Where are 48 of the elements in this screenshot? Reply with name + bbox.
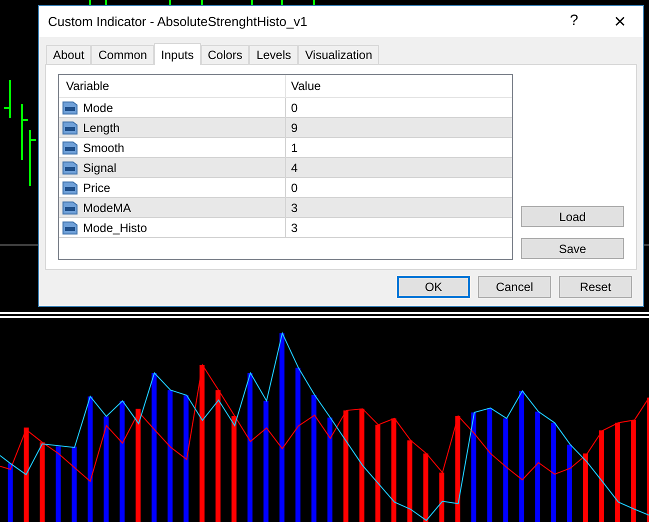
variable-name: Mode_Histo (83, 220, 148, 236)
number-icon (62, 120, 78, 134)
tab[interactable]: Inputs (154, 43, 201, 65)
window-title: Custom Indicator - AbsoluteStrenghtHisto_v1 (48, 12, 308, 31)
side-button[interactable]: Load (521, 206, 624, 227)
table-row[interactable]: Length 9 (59, 118, 512, 138)
variable-value: 0 (290, 100, 298, 116)
number-icon (62, 180, 78, 194)
tab[interactable]: About (46, 45, 92, 64)
variable-name: Smooth (83, 140, 124, 156)
tab[interactable]: Colors (200, 45, 250, 64)
help-button[interactable]: ? (551, 6, 597, 37)
tab[interactable]: Levels (249, 45, 298, 64)
dialog-button[interactable]: OK (397, 276, 470, 298)
variable-name: ModeMA (83, 200, 132, 216)
number-icon (62, 200, 78, 214)
close-button[interactable]: × (597, 6, 643, 37)
table-row[interactable]: Mode 0 (59, 98, 512, 118)
tab[interactable]: Visualization (298, 45, 380, 64)
table-row[interactable]: Price 0 (59, 178, 512, 198)
table-row[interactable]: ModeMA 3 (59, 198, 512, 218)
variable-name: Length (83, 120, 120, 136)
variable-value: 0 (290, 180, 298, 196)
dialog-button[interactable]: Cancel (478, 276, 551, 298)
tab[interactable]: Common (91, 45, 154, 64)
number-icon (62, 100, 78, 114)
side-button[interactable]: Save (521, 238, 624, 259)
variable-value: 3 (290, 200, 298, 216)
variable-name: Signal (83, 160, 116, 176)
variable-value: 1 (290, 140, 298, 156)
variable-name: Mode (83, 100, 114, 116)
column-header: Variable (59, 75, 286, 97)
table-row[interactable]: Signal 4 (59, 158, 512, 178)
variable-name: Price (83, 180, 110, 196)
table-row[interactable]: Mode_Histo 3 (59, 218, 512, 238)
histogram-bar (8, 463, 13, 522)
histogram-bar (583, 453, 588, 522)
variable-value: 3 (290, 220, 298, 236)
histogram-bar (439, 472, 444, 522)
variable-value: 9 (290, 120, 298, 136)
column-header: Value (290, 78, 321, 95)
table-row[interactable]: Smooth 1 (59, 138, 512, 158)
histogram-bar (423, 453, 428, 522)
number-icon (62, 160, 78, 174)
number-icon (62, 140, 78, 154)
dialog-button[interactable]: Reset (559, 276, 632, 298)
variable-value: 4 (290, 160, 298, 176)
number-icon (62, 220, 78, 234)
